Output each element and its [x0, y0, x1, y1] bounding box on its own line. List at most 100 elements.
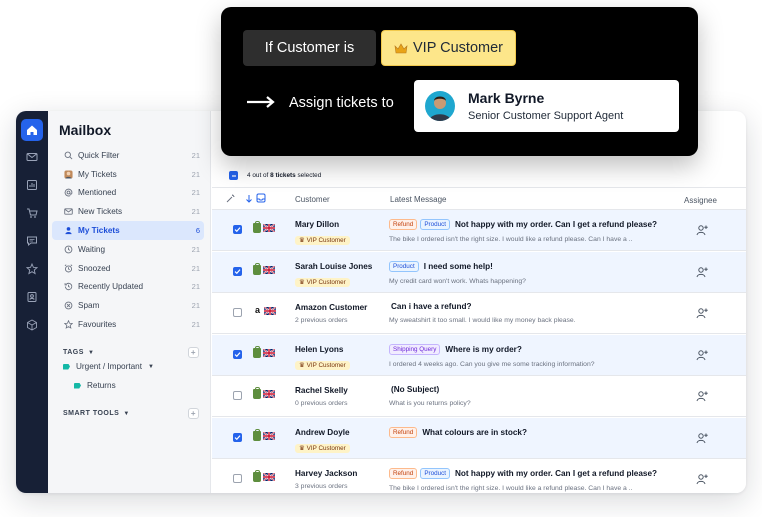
latest-message-cell: Refund Product Not happy with my order. Ca…: [389, 468, 669, 492]
customer-name: Mary Dillon: [295, 220, 340, 229]
row-checkbox[interactable]: [233, 432, 242, 442]
row-checkbox[interactable]: [233, 474, 242, 483]
table-row[interactable]: Mary Dillon ♛ VIP Customer Refund Product Not…: [212, 210, 746, 251]
reports-icon[interactable]: [21, 174, 43, 196]
condition-label[interactable]: If Customer is: [243, 30, 376, 66]
automation-rule-card: If Customer is VIP Customer Assign ticke…: [221, 7, 698, 156]
column-assignee[interactable]: Assignee: [684, 196, 717, 205]
star-icon: [63, 320, 73, 330]
sidebar-item-count: 21: [191, 207, 200, 217]
sort-down-icon[interactable]: [245, 194, 253, 205]
sidebar-item-new-tickets[interactable]: New Tickets 21: [52, 202, 204, 221]
sidebar-item-label: My Tickets: [78, 169, 117, 179]
assign-user-icon[interactable]: [696, 432, 708, 444]
column-latest-message[interactable]: Latest Message: [390, 195, 446, 204]
row-checkbox[interactable]: [233, 225, 242, 234]
caret-down-icon: ▼: [147, 363, 154, 370]
row-checkbox[interactable]: [233, 349, 242, 359]
message-tag[interactable]: Shipping Query: [389, 343, 441, 355]
sidebar-item-quick-filter[interactable]: Quick Filter 21: [52, 146, 204, 165]
sidebar-title: Mailbox: [59, 122, 112, 138]
message-tag[interactable]: Refund: [389, 468, 418, 479]
wand-icon[interactable]: [226, 194, 235, 205]
assign-user-icon[interactable]: [696, 349, 708, 361]
table-row[interactable]: a Amazon Customer 2 previous orders Can i h…: [212, 293, 746, 334]
tag-item-urgent[interactable]: Urgent / Important ▼: [63, 362, 154, 371]
home-icon[interactable]: [21, 119, 43, 141]
amazon-icon: a: [254, 305, 260, 315]
table-row[interactable]: Andrew Doyle ♛ VIP Customer Refund What colo…: [212, 417, 746, 459]
sidebar-item-label: Quick Filter: [78, 150, 120, 160]
star-icon[interactable]: [21, 258, 43, 280]
table-row[interactable]: Rachel Skelly 0 previous orders (No Subjec…: [212, 376, 746, 417]
sidebar-item-count: 21: [191, 150, 200, 160]
chat-icon[interactable]: [21, 230, 43, 252]
select-all-checkbox[interactable]: [229, 171, 238, 180]
table-row[interactable]: Harvey Jackson 3 previous orders Refund Pro…: [212, 459, 746, 493]
row-checkbox[interactable]: [233, 391, 242, 400]
add-tag-icon[interactable]: +: [188, 347, 199, 358]
table-row[interactable]: Helen Lyons ♛ VIP Customer Shipping Query Wh…: [212, 334, 746, 376]
ticket-source: a: [253, 306, 276, 316]
ticket-source: [253, 470, 275, 482]
shopify-icon: [253, 470, 261, 482]
row-checkbox[interactable]: [233, 308, 242, 317]
message-tag[interactable]: Refund: [389, 219, 418, 230]
sidebar-item-my-tickets-personal[interactable]: My Tickets 21: [52, 165, 204, 184]
message-tag[interactable]: Product: [420, 219, 451, 230]
sidebar-item-recently-updated[interactable]: Recently Updated 21: [52, 278, 204, 297]
message-subject: Can i have a refund?: [391, 302, 472, 311]
tag-label: Returns: [87, 381, 116, 390]
envelope-icon: [63, 207, 73, 217]
sidebar-item-waiting[interactable]: Waiting 21: [52, 240, 204, 259]
icon-rail: [16, 111, 48, 493]
action-label: Assign tickets to: [289, 95, 394, 111]
message-preview: My credit card won't work. Whats happeni…: [389, 277, 526, 285]
message-subject: Where is my order?: [445, 344, 522, 354]
message-subject: I need some help!: [423, 261, 493, 271]
ticket-source: [253, 428, 275, 441]
assign-user-icon[interactable]: [696, 266, 708, 278]
sidebar-item-my-tickets[interactable]: My Tickets 6: [52, 221, 204, 240]
row-checkbox[interactable]: [233, 266, 242, 276]
shopify-icon: [253, 387, 261, 399]
latest-message-cell: Refund What colours are in stock?: [389, 426, 669, 444]
tag-item-returns[interactable]: Returns: [74, 381, 116, 390]
ticket-source: [253, 262, 275, 275]
sidebar-item-favourites[interactable]: Favourites 21: [52, 315, 204, 334]
vip-badge: ♛ VIP Customer: [295, 443, 350, 453]
sidebar-item-mentioned[interactable]: Mentioned 21: [52, 184, 204, 203]
latest-message-cell: Product I need some help! My credit card w…: [389, 260, 669, 285]
uk-flag-icon: [263, 265, 275, 274]
message-tag[interactable]: Refund: [389, 426, 418, 438]
ticket-list: 4 out of 8 tickets selected Customer Lat…: [212, 111, 746, 493]
cart-icon[interactable]: [21, 202, 43, 224]
agent-card[interactable]: Mark Byrne Senior Customer Support Agent: [414, 80, 679, 132]
message-tag[interactable]: Product: [389, 260, 419, 272]
add-smart-tool-icon[interactable]: +: [188, 408, 199, 419]
message-preview: I ordered 4 weeks ago. Can you give me s…: [389, 360, 595, 368]
caret-down-icon: ▼: [87, 349, 95, 356]
avatar-icon: [63, 169, 73, 179]
selection-bold: 8 tickets: [270, 172, 296, 179]
contacts-icon[interactable]: [21, 286, 43, 308]
message-tag[interactable]: Product: [420, 468, 451, 479]
tags-section-header[interactable]: TAGS ▼ +: [63, 347, 199, 358]
smart-tools-section-header[interactable]: SMART TOOLS ▼ +: [63, 408, 199, 419]
condition-value[interactable]: VIP Customer: [381, 30, 516, 66]
message-preview: The bike I ordered isn't the right size.…: [389, 485, 633, 492]
assign-user-icon[interactable]: [696, 224, 708, 236]
assign-user-icon[interactable]: [696, 473, 708, 485]
table-row[interactable]: Sarah Louise Jones ♛ VIP Customer Product I …: [212, 251, 746, 293]
uk-flag-icon: [263, 348, 275, 357]
assign-user-icon[interactable]: [696, 390, 708, 402]
column-customer[interactable]: Customer: [295, 195, 330, 204]
mail-icon[interactable]: [21, 146, 43, 168]
ticket-source: [253, 345, 275, 358]
sidebar-item-spam[interactable]: Spam 21: [52, 296, 204, 315]
box-icon[interactable]: [21, 314, 43, 336]
assign-user-icon[interactable]: [696, 307, 708, 319]
inbox-icon[interactable]: [256, 193, 266, 205]
uk-flag-icon: [264, 307, 276, 315]
sidebar-item-snoozed[interactable]: Snoozed 21: [52, 259, 204, 278]
